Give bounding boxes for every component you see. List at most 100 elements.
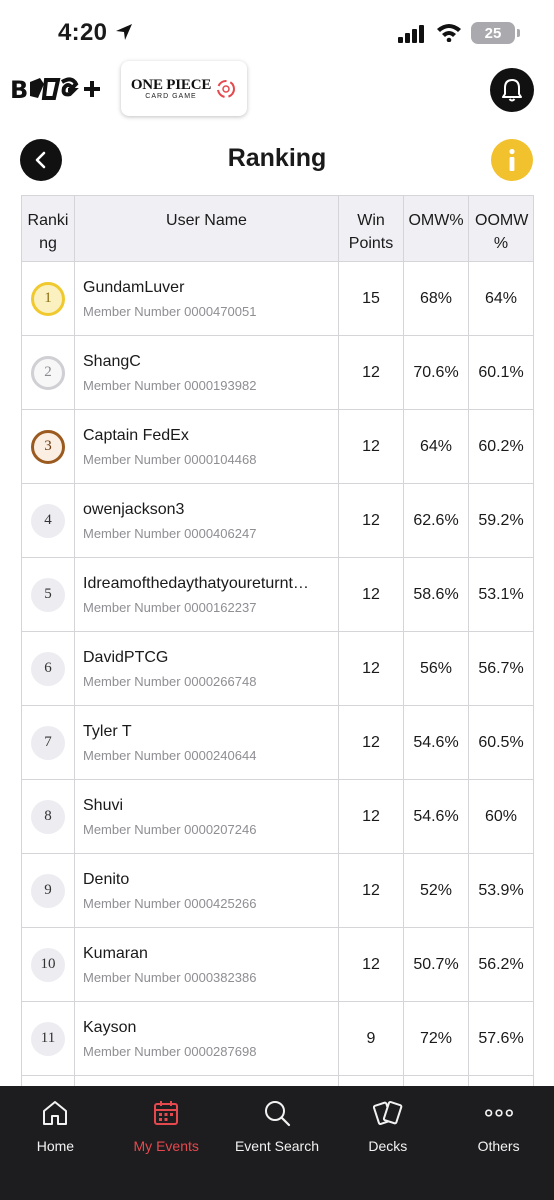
user-name: Tyler T <box>83 723 132 740</box>
user-cell: Denito Member Number 0000425266 <box>74 853 339 928</box>
tab-decks[interactable]: Decks <box>332 1086 443 1200</box>
omw-cell: 52% <box>403 853 469 928</box>
win-points-cell: 9 <box>338 1001 404 1076</box>
table-row[interactable]: 2 ShangC Member Number 0000193982 12 70.6% 60… <box>21 335 534 410</box>
member-number: Member Number 0000207246 <box>83 822 257 837</box>
header-ranking: Ranki ng <box>21 195 75 262</box>
oomw-cell: 56.7% <box>468 631 534 706</box>
win-points-cell: 12 <box>338 409 404 484</box>
table-row[interactable]: 1 GundamLuver Member Number 0000470051 15 68… <box>21 261 534 336</box>
user-name: Kumaran <box>83 945 148 962</box>
header-oomw: OOMW % <box>468 195 534 262</box>
table-row[interactable]: 4 owenjackson3 Member Number 0000406247 12 6… <box>21 483 534 558</box>
oomw-cell: 60.2% <box>468 409 534 484</box>
status-time: 4:20 <box>58 19 108 46</box>
table-row[interactable]: 3 Captain FedEx Member Number 0000104468 12… <box>21 409 534 484</box>
header-win-points: Win Points <box>338 195 404 262</box>
tab-decks-label: Decks <box>368 1138 408 1154</box>
member-number: Member Number 0000193982 <box>83 378 257 393</box>
omw-cell: 56% <box>403 631 469 706</box>
omw-cell: 68% <box>403 261 469 336</box>
rank-cell: 6 <box>21 631 75 706</box>
rank-cell: 9 <box>21 853 75 928</box>
win-points-cell: 15 <box>338 261 404 336</box>
omw-cell: 58.6% <box>403 557 469 632</box>
member-number: Member Number 0000406247 <box>83 526 257 541</box>
battery-tip <box>517 29 520 37</box>
tab-others[interactable]: Others <box>443 1086 554 1200</box>
cards-icon <box>372 1101 403 1125</box>
rank-cell: 4 <box>21 483 75 558</box>
rank-cell: 10 <box>21 927 75 1002</box>
oomw-cell: 60.1% <box>468 335 534 410</box>
rank-badge: 4 <box>31 503 65 538</box>
member-number: Member Number 0000425266 <box>83 896 257 911</box>
header-oomw-label: OOMW % <box>475 212 529 252</box>
user-cell: ShangC Member Number 0000193982 <box>74 335 339 410</box>
oomw-cell: 59.2% <box>468 483 534 558</box>
table-row[interactable]: 7 Tyler T Member Number 0000240644 12 54.6% 6… <box>21 705 534 780</box>
user-cell: DavidPTCG Member Number 0000266748 <box>74 631 339 706</box>
win-points-cell: 12 <box>338 557 404 632</box>
tab-others-label: Others <box>477 1138 520 1154</box>
header-ranking-label: Ranki ng <box>27 212 69 252</box>
member-number: Member Number 0000266748 <box>83 674 257 689</box>
tab-home[interactable]: Home <box>0 1086 111 1200</box>
rank-cell: 11 <box>21 1001 75 1076</box>
game-logo-subtitle: CARD GAME <box>145 93 197 100</box>
notifications-button[interactable] <box>490 68 534 112</box>
rank-cell: 8 <box>21 779 75 854</box>
rank-cell: 1 <box>21 261 75 336</box>
table-row[interactable]: 10 Kumaran Member Number 0000382386 12 50.7%… <box>21 927 534 1002</box>
ranking-screen: 4:20 25 B ONE PIECE CARD GAME Ranking Ra… <box>0 0 554 1200</box>
user-cell: Idreamofthedaythatyoureturnt… Member Numb… <box>74 557 339 632</box>
oomw-cell: 56.2% <box>468 927 534 1002</box>
user-name: Shuvi <box>83 797 124 814</box>
tab-my-events[interactable]: My Events <box>111 1086 222 1200</box>
rank-badge: 1 <box>31 281 65 316</box>
table-row[interactable]: 9 Denito Member Number 0000425266 12 52% 53.9… <box>21 853 534 928</box>
omw-cell: 54.6% <box>403 779 469 854</box>
user-name: owenjackson3 <box>83 501 185 518</box>
user-cell: Captain FedEx Member Number 0000104468 <box>74 409 339 484</box>
user-cell: Shuvi Member Number 0000207246 <box>74 779 339 854</box>
wifi-icon <box>437 24 461 42</box>
omw-cell: 64% <box>403 409 469 484</box>
table-row[interactable]: 8 Shuvi Member Number 0000207246 12 54.6% 60% <box>21 779 534 854</box>
member-number: Member Number 0000162237 <box>83 600 257 615</box>
user-name: Idreamofthedaythatyoureturnt… <box>83 575 309 592</box>
rank-cell: 5 <box>21 557 75 632</box>
rank-cell: 3 <box>21 409 75 484</box>
search-icon <box>264 1101 291 1127</box>
oomw-cell: 60% <box>468 779 534 854</box>
tab-event-search-label: Event Search <box>234 1138 320 1154</box>
member-number: Member Number 0000104468 <box>83 452 257 467</box>
battery-level: 25 <box>484 24 502 42</box>
omw-cell: 72% <box>403 1001 469 1076</box>
page-title: Ranking <box>227 144 327 172</box>
bandai-tcg-plus-logo: B <box>10 71 102 107</box>
win-points-cell: 12 <box>338 853 404 928</box>
header-user-name: User Name <box>74 195 339 262</box>
user-name: Captain FedEx <box>83 427 189 444</box>
rank-badge: 5 <box>31 577 65 612</box>
rank-badge: 2 <box>31 355 65 390</box>
user-name: Denito <box>83 871 130 888</box>
win-points-cell: 12 <box>338 631 404 706</box>
info-button[interactable] <box>491 139 533 181</box>
bell-icon <box>502 79 522 102</box>
rank-cell: 7 <box>21 705 75 780</box>
more-icon <box>484 1109 513 1117</box>
table-row[interactable]: 6 DavidPTCG Member Number 0000266748 12 56% 5… <box>21 631 534 706</box>
table-row[interactable]: 11 Kayson Member Number 0000287698 9 72% 57.6… <box>21 1001 534 1076</box>
win-points-cell: 12 <box>338 927 404 1002</box>
member-number: Member Number 0000287698 <box>83 1044 257 1059</box>
tab-event-search[interactable]: Event Search <box>222 1086 333 1200</box>
user-name: GundamLuver <box>83 279 185 296</box>
svg-text:B: B <box>10 76 28 104</box>
rank-badge: 6 <box>31 651 65 686</box>
table-row[interactable]: 5 Idreamofthedaythatyoureturnt… Member Num… <box>21 557 534 632</box>
home-icon <box>43 1101 68 1125</box>
win-points-cell: 12 <box>338 483 404 558</box>
oomw-cell: 64% <box>468 261 534 336</box>
